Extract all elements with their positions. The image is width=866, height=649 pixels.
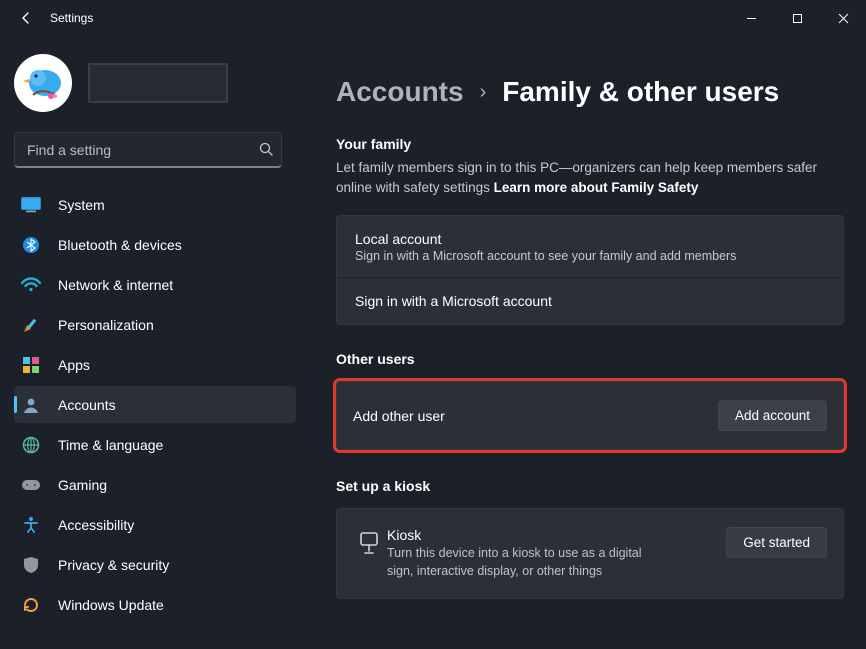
- bluetooth-icon: [20, 234, 42, 256]
- nav-item-privacy[interactable]: Privacy & security: [14, 546, 296, 583]
- search-input[interactable]: [14, 132, 282, 168]
- bird-icon: [19, 59, 67, 107]
- nav-label: Time & language: [58, 437, 163, 453]
- signin-microsoft-link[interactable]: Sign in with a Microsoft account: [337, 278, 843, 324]
- shield-icon: [20, 554, 42, 576]
- nav-label: Accessibility: [58, 517, 134, 533]
- nav-label: Windows Update: [58, 597, 164, 613]
- nav-item-personalization[interactable]: Personalization: [14, 306, 296, 343]
- profile-block[interactable]: [14, 54, 290, 112]
- kiosk-desc: Turn this device into a kiosk to use as …: [387, 545, 647, 580]
- globe-clock-icon: [20, 434, 42, 456]
- nav-item-time-language[interactable]: Time & language: [14, 426, 296, 463]
- profile-name-redacted: [88, 63, 228, 103]
- local-account-sub: Sign in with a Microsoft account to see …: [355, 249, 825, 263]
- nav-label: Network & internet: [58, 277, 173, 293]
- nav-item-windows-update[interactable]: Windows Update: [14, 586, 296, 623]
- nav-item-gaming[interactable]: Gaming: [14, 466, 296, 503]
- close-icon: [838, 13, 849, 24]
- nav-label: Bluetooth & devices: [58, 237, 182, 253]
- nav-item-bluetooth[interactable]: Bluetooth & devices: [14, 226, 296, 263]
- maximize-icon: [792, 13, 803, 24]
- back-button[interactable]: [10, 2, 42, 34]
- nav-label: Apps: [58, 357, 90, 373]
- local-account-title: Local account: [355, 231, 825, 247]
- gaming-icon: [20, 474, 42, 496]
- titlebar: Settings: [0, 0, 866, 36]
- window-controls: [728, 2, 866, 34]
- apps-icon: [20, 354, 42, 376]
- family-heading: Your family: [336, 136, 844, 152]
- breadcrumb-current: Family & other users: [502, 76, 779, 108]
- kiosk-icon: [351, 527, 387, 580]
- kiosk-get-started-button[interactable]: Get started: [726, 527, 827, 558]
- close-button[interactable]: [820, 2, 866, 34]
- nav-label: System: [58, 197, 105, 213]
- other-users-heading: Other users: [336, 351, 844, 367]
- family-description: Let family members sign in to this PC—or…: [336, 158, 844, 197]
- search-wrap: [14, 132, 290, 168]
- accessibility-icon: [20, 514, 42, 536]
- nav-item-apps[interactable]: Apps: [14, 346, 296, 383]
- kiosk-heading: Set up a kiosk: [336, 478, 844, 494]
- maximize-button[interactable]: [774, 2, 820, 34]
- minimize-icon: [746, 13, 757, 24]
- breadcrumb: Accounts › Family & other users: [336, 76, 844, 108]
- nav-item-network[interactable]: Network & internet: [14, 266, 296, 303]
- add-account-button[interactable]: Add account: [718, 400, 827, 431]
- nav-label: Privacy & security: [58, 557, 169, 573]
- nav-label: Personalization: [58, 317, 154, 333]
- update-icon: [20, 594, 42, 616]
- paintbrush-icon: [20, 314, 42, 336]
- minimize-button[interactable]: [728, 2, 774, 34]
- nav-item-system[interactable]: System: [14, 186, 296, 223]
- kiosk-title: Kiosk: [387, 527, 647, 543]
- sidebar: System Bluetooth & devices Network & int…: [0, 36, 300, 649]
- nav-item-accounts[interactable]: Accounts: [14, 386, 296, 423]
- family-card: Local account Sign in with a Microsoft a…: [336, 215, 844, 325]
- kiosk-row: Kiosk Turn this device into a kiosk to u…: [336, 508, 844, 599]
- breadcrumb-parent[interactable]: Accounts: [336, 76, 464, 108]
- window-title: Settings: [50, 11, 93, 25]
- nav-item-accessibility[interactable]: Accessibility: [14, 506, 296, 543]
- family-learn-more-link[interactable]: Learn more about Family Safety: [494, 180, 699, 195]
- chevron-right-icon: ›: [480, 81, 487, 104]
- search-icon: [258, 141, 274, 162]
- nav-label: Accounts: [58, 397, 116, 413]
- nav-list: System Bluetooth & devices Network & int…: [14, 186, 290, 623]
- add-other-user-label: Add other user: [353, 408, 445, 424]
- arrow-left-icon: [18, 10, 34, 26]
- system-icon: [20, 194, 42, 216]
- accounts-icon: [20, 394, 42, 416]
- nav-label: Gaming: [58, 477, 107, 493]
- wifi-icon: [20, 274, 42, 296]
- avatar: [14, 54, 72, 112]
- main-content: Accounts › Family & other users Your fam…: [300, 36, 866, 649]
- add-other-user-row: Add other user Add account: [336, 381, 844, 450]
